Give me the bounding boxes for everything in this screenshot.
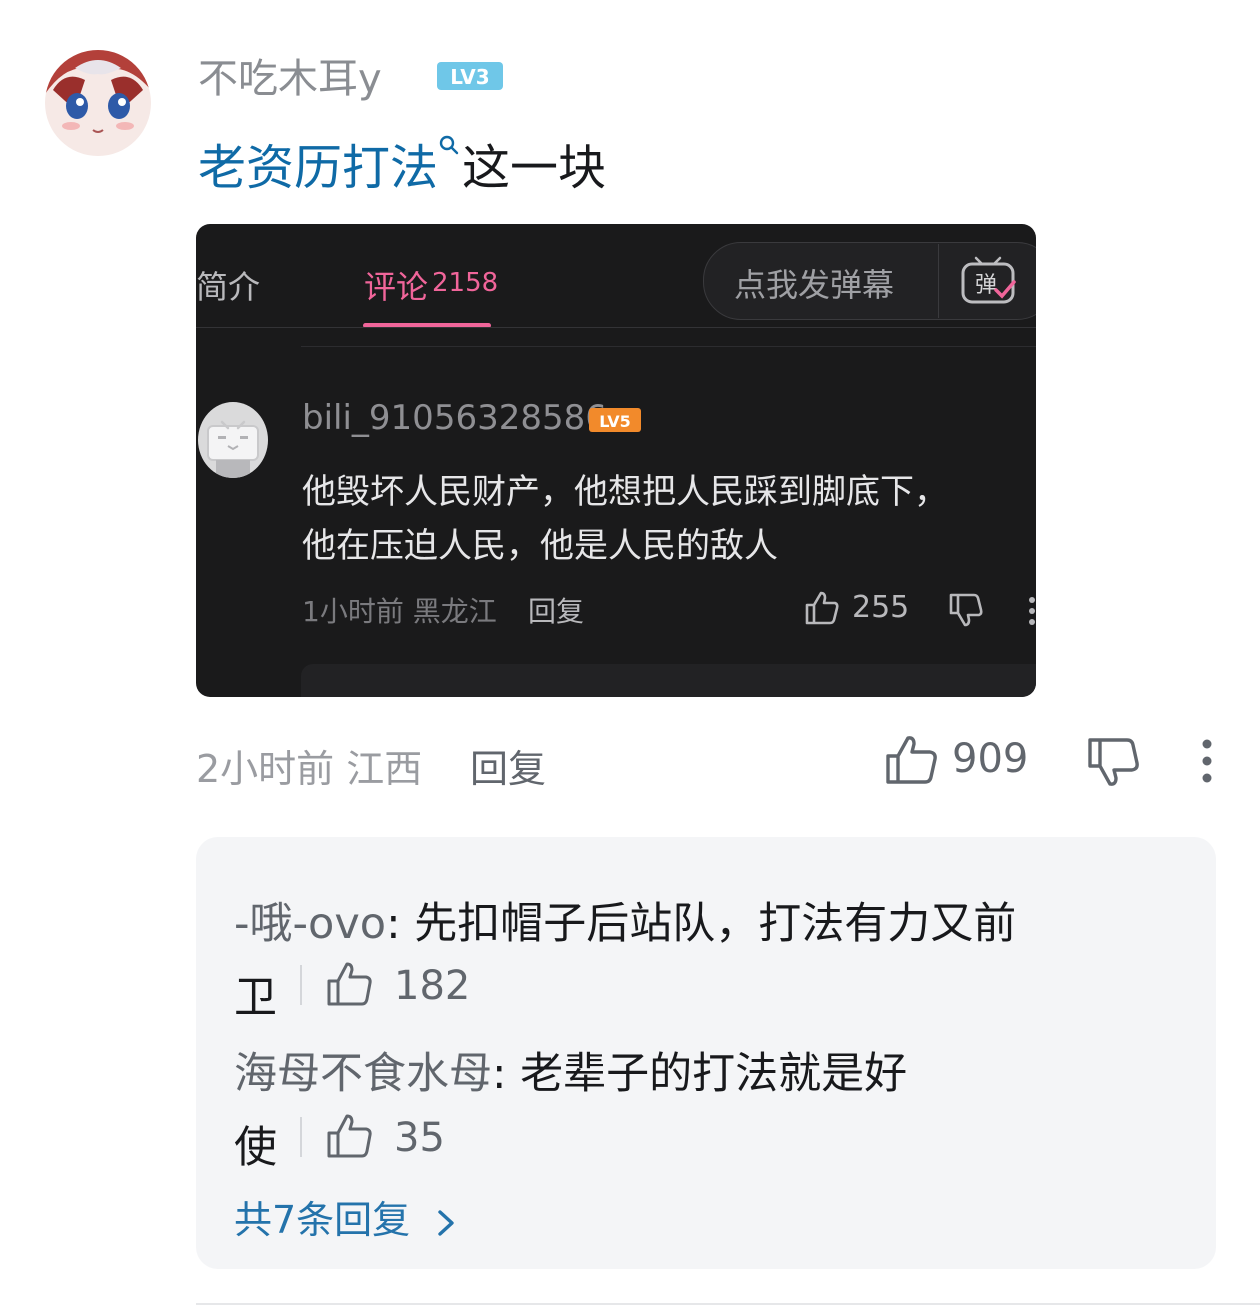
more-icon[interactable] (1196, 738, 1218, 784)
reply-like-count: 182 (394, 963, 471, 1009)
shot-like-count: 255 (852, 590, 910, 625)
more-replies-label: 共7条回复 (234, 1198, 411, 1242)
thumbs-up-icon[interactable] (884, 734, 940, 786)
reply-text-continued: 使 (234, 1123, 277, 1173)
search-icon[interactable] (438, 134, 460, 156)
comment-username[interactable]: 不吃木耳y (198, 46, 382, 104)
shot-divider (196, 327, 1036, 328)
reply-separator (300, 1117, 302, 1157)
chevron-right-icon (438, 1209, 454, 1236)
shot-username: bili_91056328586 (302, 398, 607, 438)
reply-username[interactable]: -哦-ovo (234, 899, 386, 949)
danmaku-toggle-icon: 弹 (961, 256, 1016, 304)
reply-separator (300, 965, 302, 1005)
shot-danmaku-separator (938, 244, 939, 318)
reply-text-continued: 卫 (234, 973, 277, 1023)
shot-more-icon (1029, 597, 1035, 625)
shot-thumbs-up-icon (805, 591, 839, 625)
comment-text-suffix: 这一块 (462, 140, 607, 196)
shot-reply-box (301, 664, 1036, 697)
reply-text: : 先扣帽子后站队，打法有力又前 (386, 899, 1017, 949)
danmaku-icon-char: 弹 (975, 273, 997, 298)
comment-image[interactable]: 简介 评论 2158 点我发弹幕 弹 bili_91056328586 LV5 … (196, 224, 1036, 697)
shot-comment-line1: 他毁坏人民财产，他想把人民踩到脚底下， (302, 472, 948, 512)
search-keyword-link[interactable]: 老资历打法 (198, 140, 438, 196)
reply-like-count: 35 (394, 1115, 445, 1161)
replies-box[interactable]: -哦-ovo: 先扣帽子后站队，打法有力又前 卫 182 海母不食水母: 老辈子… (196, 837, 1216, 1269)
shot-tab-comments: 评论 (364, 268, 429, 306)
comment-content: 老资历打法 这一块 (198, 128, 606, 198)
like-count: 909 (952, 736, 1029, 782)
shot-comment-count: 2158 (432, 268, 499, 298)
reply-item[interactable]: 海母不食水母: 老辈子的打法就是好 (234, 1039, 907, 1101)
thumbs-down-icon[interactable] (1086, 736, 1142, 788)
level-badge-text: LV3 (450, 65, 489, 89)
shot-level-text: LV5 (599, 412, 631, 431)
thumbs-up-icon[interactable] (326, 961, 374, 1007)
reply-item[interactable]: -哦-ovo: 先扣帽子后站队，打法有力又前 (234, 889, 1016, 951)
shot-divider-thin (301, 346, 1036, 347)
reply-button[interactable]: 回复 (470, 738, 546, 793)
shot-comment-line2: 他在压迫人民，他是人民的敌人 (302, 526, 778, 566)
comment-time-location: 2小时前 江西 (196, 747, 423, 791)
thumbs-up-icon[interactable] (326, 1113, 374, 1159)
reply-username[interactable]: 海母不食水母 (234, 1049, 492, 1099)
shot-level-badge: LV5 (589, 408, 641, 432)
reply-text: : 老辈子的打法就是好 (492, 1049, 908, 1099)
shot-avatar (198, 402, 268, 478)
shot-danmaku-placeholder: 点我发弹幕 (734, 266, 895, 304)
shot-thumbs-down-icon (949, 593, 983, 627)
shot-reply-label: 回复 (528, 595, 585, 628)
level-badge: LV3 (436, 60, 504, 92)
shot-time-location: 1小时前 黑龙江 (302, 595, 497, 628)
shot-tab-intro: 简介 (196, 268, 261, 306)
view-more-replies-link[interactable]: 共7条回复 (234, 1189, 458, 1244)
avatar[interactable] (45, 50, 151, 156)
